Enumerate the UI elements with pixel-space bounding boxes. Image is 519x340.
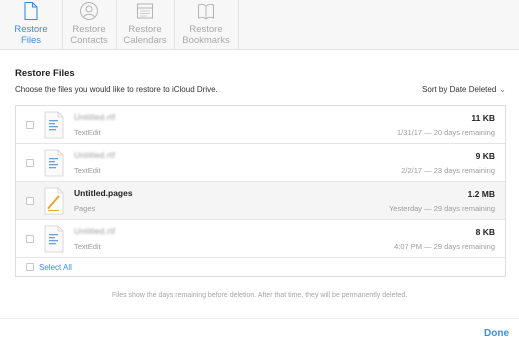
pages-doc-icon xyxy=(44,187,64,215)
calendar-icon xyxy=(137,3,153,19)
textedit-doc-icon xyxy=(44,149,64,177)
select-all-checkbox[interactable] xyxy=(26,263,34,271)
textedit-doc-icon xyxy=(44,225,64,253)
tab-label: Restore Bookmarks xyxy=(182,24,230,46)
tab-restore-contacts[interactable]: Restore Contacts xyxy=(62,0,116,50)
divider xyxy=(0,318,519,319)
file-size: 11 KB xyxy=(471,113,495,123)
file-name: Untitled.rtf xyxy=(74,112,116,122)
file-row[interactable]: Untitled.rtf TextEdit 11 KB 1/31/17 — 20… xyxy=(16,106,505,144)
tab-label: Restore Files xyxy=(14,24,48,46)
tab-restore-bookmarks[interactable]: Restore Bookmarks xyxy=(174,0,238,50)
select-all-label[interactable]: Select All xyxy=(39,263,72,272)
sort-dropdown[interactable]: Sort by Date Deleted ⌄ xyxy=(422,85,506,94)
document-icon xyxy=(24,1,38,21)
contacts-icon xyxy=(80,2,98,20)
file-name: Untitled.rtf xyxy=(74,150,116,160)
done-button[interactable]: Done xyxy=(484,328,509,339)
file-size: 8 KB xyxy=(475,227,495,237)
instructions-text: Choose the files you would like to resto… xyxy=(15,85,218,94)
file-date-remaining: 2/2/17 — 23 days remaining xyxy=(401,166,495,175)
file-date-remaining: 1/31/17 — 20 days remaining xyxy=(397,128,495,137)
file-app: TextEdit xyxy=(74,242,101,251)
sort-label: Sort by Date Deleted xyxy=(422,85,497,94)
file-checkbox[interactable] xyxy=(26,197,34,205)
tab-restore-files[interactable]: Restore Files xyxy=(0,0,62,50)
file-app: Pages xyxy=(74,204,96,213)
panel-title: Restore Files xyxy=(15,68,75,79)
file-date-remaining: 4:07 PM — 29 days remaining xyxy=(394,242,495,251)
footnote-text: Files show the days remaining before del… xyxy=(111,292,408,299)
file-name: Untitled.pages xyxy=(74,188,133,198)
textedit-doc-icon xyxy=(44,111,64,139)
select-all-row[interactable]: Select All xyxy=(16,258,505,277)
file-app: TextEdit xyxy=(74,128,101,137)
file-size: 9 KB xyxy=(475,151,495,161)
file-size: 1.2 MB xyxy=(467,189,495,199)
file-list: Untitled.rtf TextEdit 11 KB 1/31/17 — 20… xyxy=(15,105,506,277)
file-row[interactable]: Untitled.rtf TextEdit 9 KB 2/2/17 — 23 d… xyxy=(16,144,505,182)
tab-restore-calendars[interactable]: Restore Calendars xyxy=(116,0,174,50)
file-checkbox[interactable] xyxy=(26,159,34,167)
file-date-remaining: Yesterday — 29 days remaining xyxy=(388,204,495,213)
file-row[interactable]: Untitled.pages Pages 1.2 MB Yesterday — … xyxy=(16,182,505,220)
file-checkbox[interactable] xyxy=(26,235,34,243)
tab-label: Restore Calendars xyxy=(123,24,167,46)
chevron-down-icon: ⌄ xyxy=(499,85,506,94)
file-row[interactable]: Untitled.rtf TextEdit 8 KB 4:07 PM — 29 … xyxy=(16,220,505,258)
file-name: Untitled.rtf xyxy=(74,226,116,236)
toolbar: Restore Files Restore Contacts Restore C… xyxy=(0,0,519,50)
tab-label: Restore Contacts xyxy=(70,24,108,46)
book-icon xyxy=(198,3,214,20)
file-app: TextEdit xyxy=(74,166,101,175)
file-checkbox[interactable] xyxy=(26,121,34,129)
